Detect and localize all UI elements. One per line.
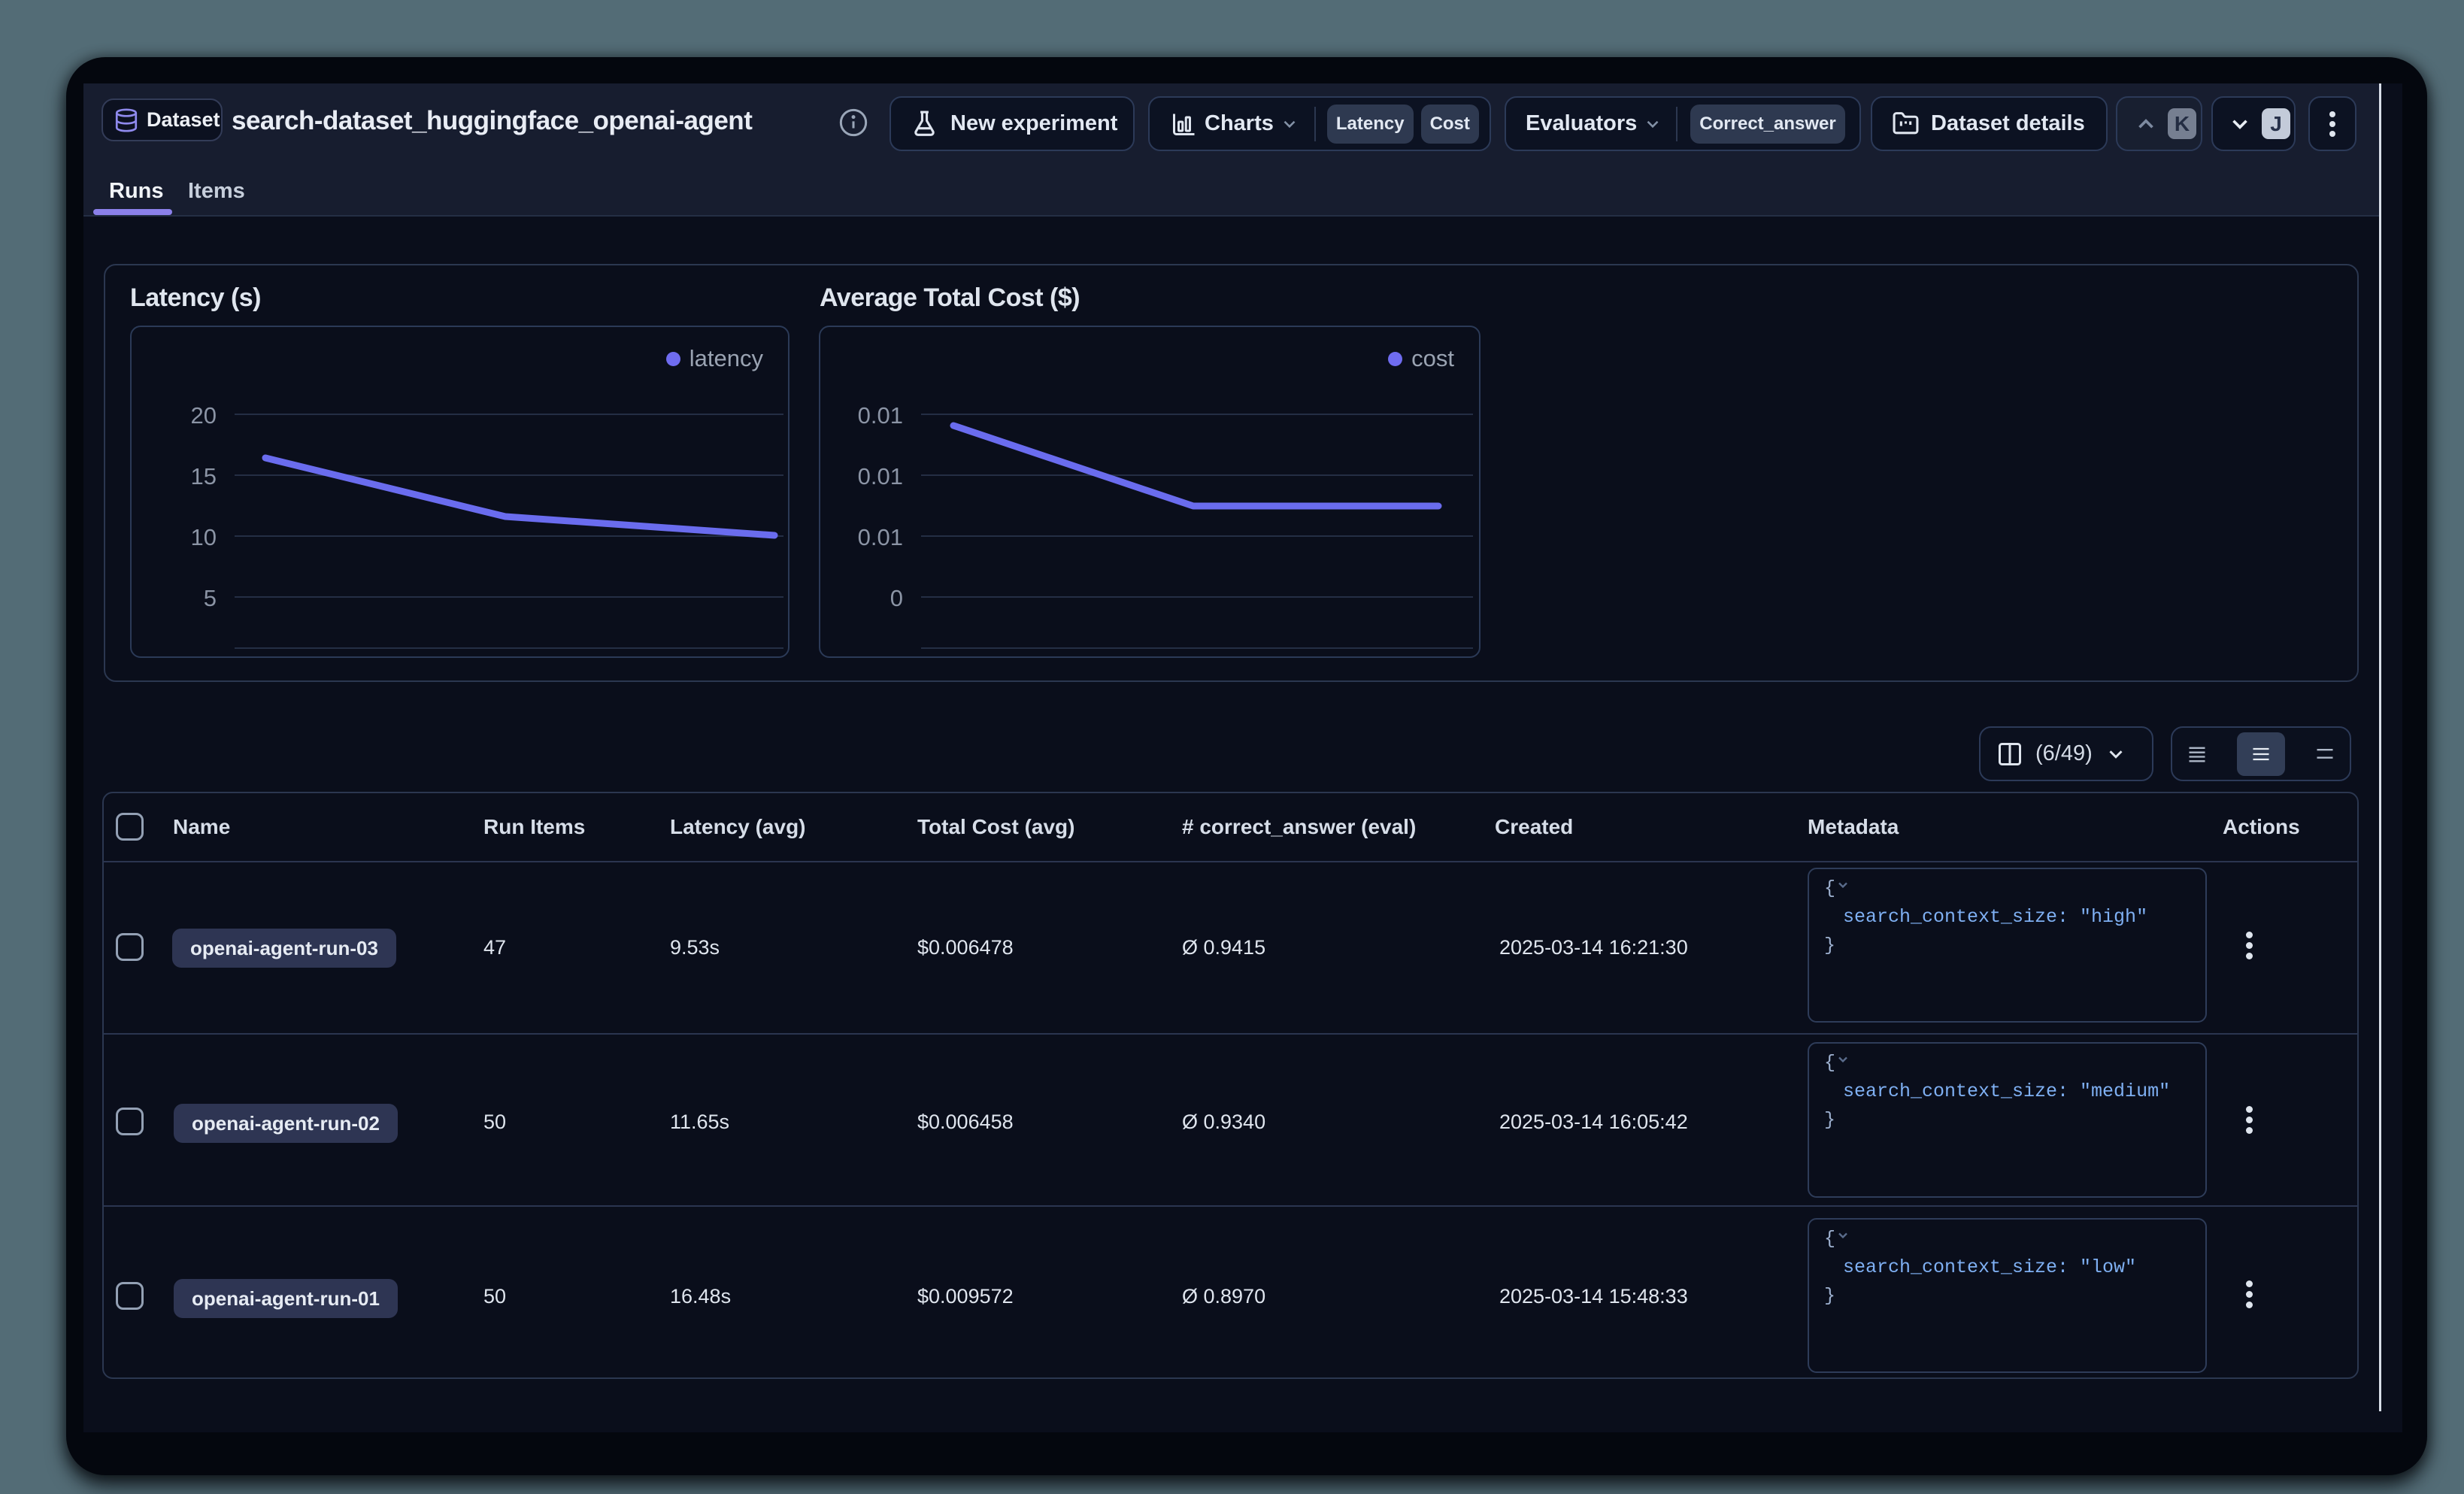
svg-text:5: 5: [204, 585, 217, 611]
svg-text:0.01: 0.01: [858, 524, 903, 550]
svg-text:20: 20: [191, 402, 217, 429]
svg-text:10: 10: [191, 524, 217, 550]
svg-text:0.01: 0.01: [858, 463, 903, 489]
svg-text:0: 0: [890, 585, 903, 611]
svg-text:15: 15: [191, 463, 217, 489]
svg-text:0.01: 0.01: [858, 402, 903, 429]
